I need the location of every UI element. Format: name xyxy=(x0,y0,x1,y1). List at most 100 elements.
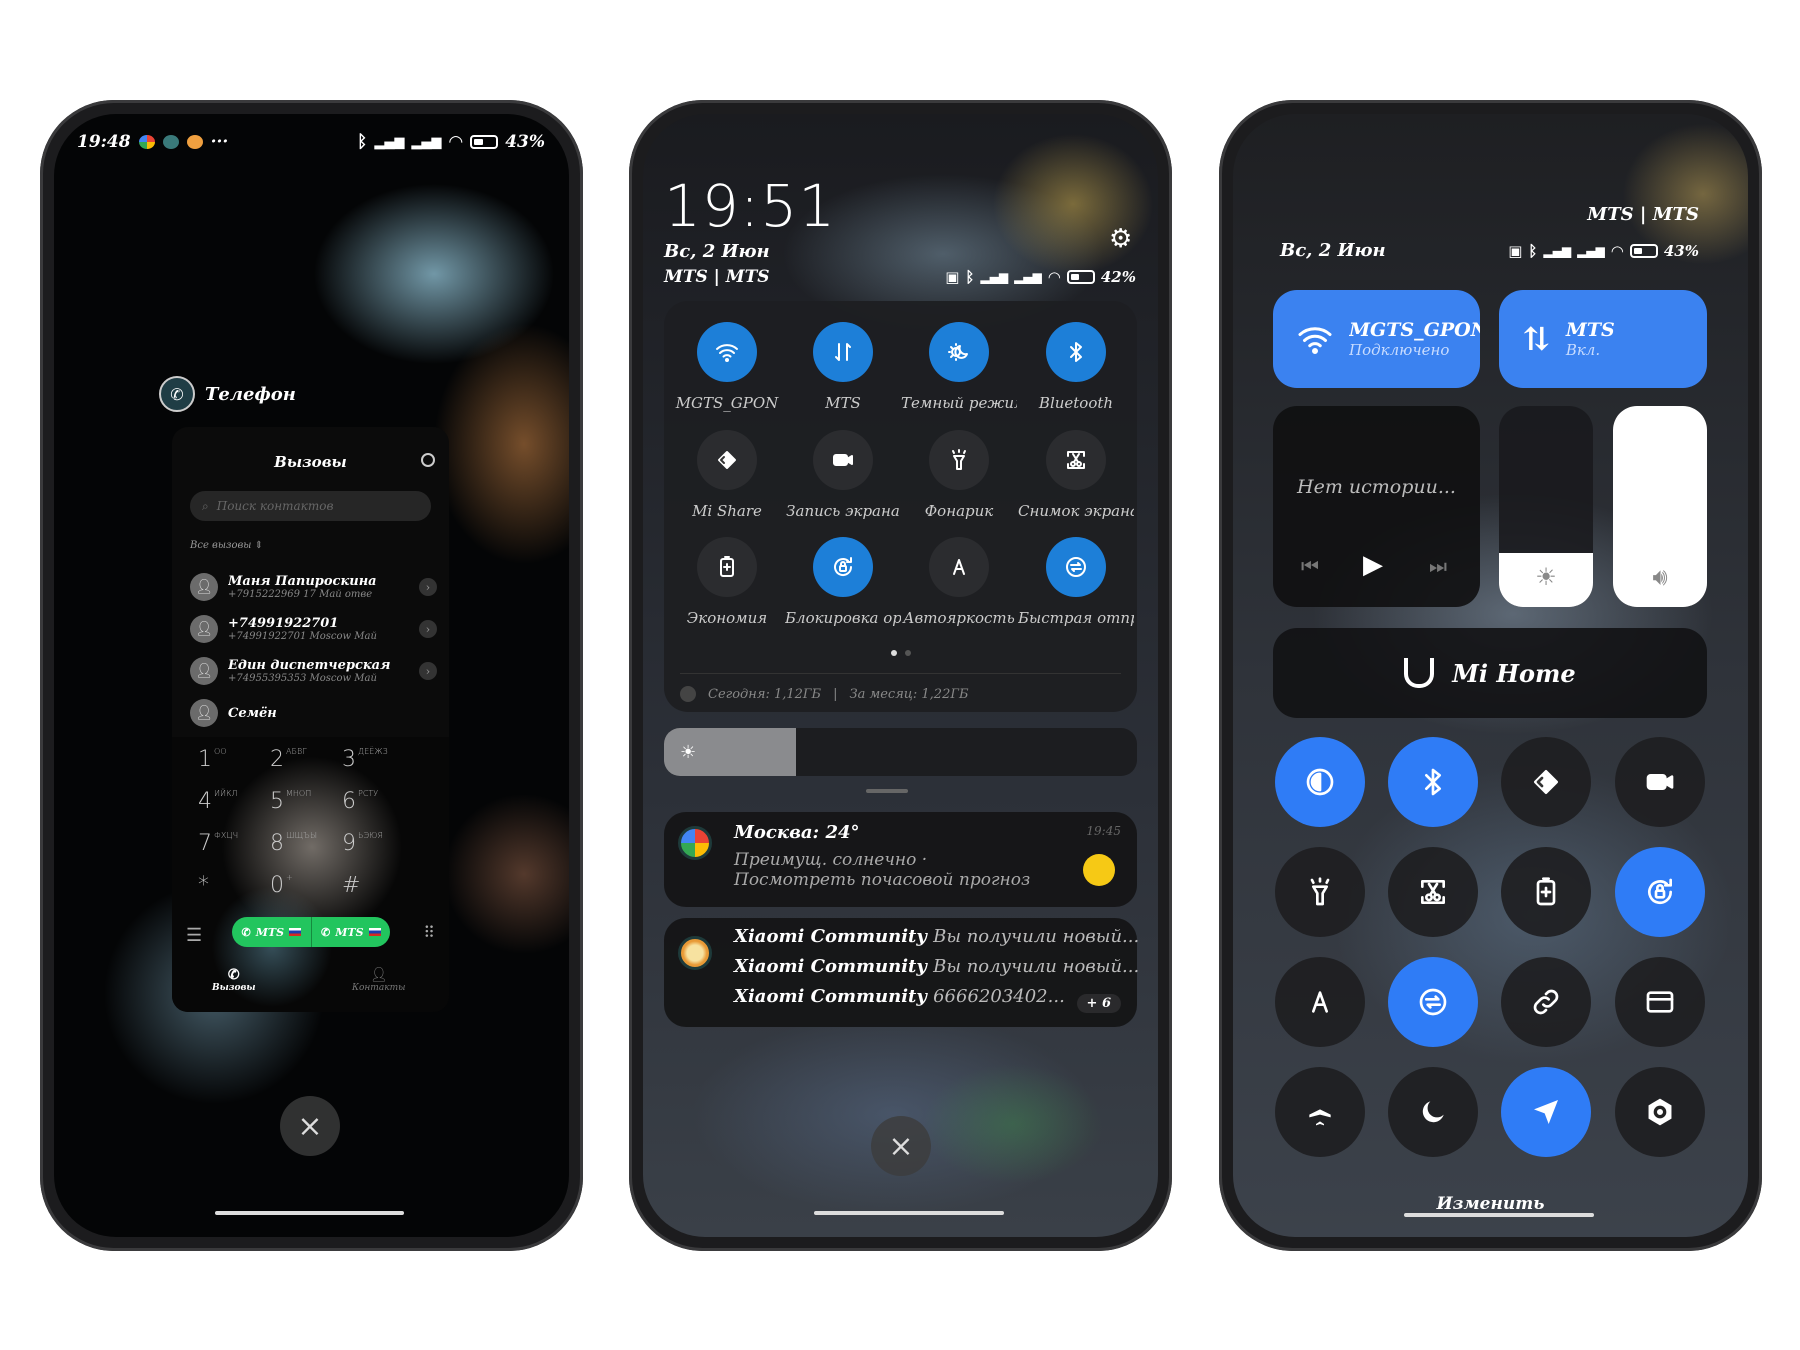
toggle-location[interactable] xyxy=(1501,1067,1591,1157)
signal-icon: ▂▄▆ xyxy=(374,134,405,150)
toggle-bluetooth[interactable] xyxy=(1388,737,1478,827)
brightness-slider[interactable]: ☀ xyxy=(1499,406,1593,607)
qs-tile-rotation-lock[interactable]: Блокировка ориентации xyxy=(785,537,901,627)
dialpad-key-9[interactable]: 9 ЬЭЮЯ xyxy=(342,831,383,856)
toggle-flashlight[interactable] xyxy=(929,430,989,490)
mobile-data-tile[interactable]: ⇅ MTS Вкл. xyxy=(1499,290,1707,388)
toggle-screen-record[interactable] xyxy=(1615,737,1705,827)
toggle-flashlight[interactable] xyxy=(1275,847,1365,937)
toggle-battery-saver[interactable] xyxy=(1501,847,1591,937)
dialpad-key-7[interactable]: 7 ФХЦЧ xyxy=(198,831,238,856)
battery-percent: 43% xyxy=(1663,242,1699,260)
tab-contacts[interactable]: 👤︎ Контакты xyxy=(352,967,405,993)
toggle-vision[interactable] xyxy=(1275,737,1365,827)
dialpad-key-4[interactable]: 4 ИЙКЛ xyxy=(198,789,237,814)
brightness-slider[interactable]: ☀ xyxy=(664,728,1137,776)
toggle-screen-record[interactable] xyxy=(813,430,873,490)
data-usage-icon xyxy=(680,686,696,702)
call-sim1-button[interactable]: ✆ MTS xyxy=(232,917,312,947)
mi-home-button[interactable]: Mi Home xyxy=(1273,628,1707,718)
qs-tile-auto-brightness[interactable]: Автояркость xyxy=(901,537,1017,627)
toggle-mi-share[interactable] xyxy=(697,430,757,490)
toggle-camera-settings[interactable] xyxy=(1615,1067,1705,1157)
signal-icon: ▂▄▆ xyxy=(1014,270,1042,284)
calls-filter[interactable]: Все вызовы ⇕ xyxy=(190,540,263,551)
call-detail-button[interactable]: › xyxy=(419,662,437,680)
toggle-wifi[interactable] xyxy=(697,322,757,382)
call-log-row[interactable]: 👤︎ Маня Папироскина +7915222969 17 Май отв… xyxy=(190,565,437,609)
menu-icon[interactable]: ☰ xyxy=(186,925,202,946)
clock[interactable]: 19:51 xyxy=(664,172,836,240)
call-sim2-button[interactable]: ✆ MTS xyxy=(312,917,391,947)
previous-track-button[interactable]: ⏮ xyxy=(1301,554,1319,578)
tab-calls[interactable]: ✆ Вызовы xyxy=(212,967,256,993)
toggle-airplane[interactable] xyxy=(1275,1067,1365,1157)
qs-tile-dark-mode[interactable]: Темный режим xyxy=(901,322,1017,412)
toggle-bluetooth[interactable] xyxy=(1046,322,1106,382)
home-indicator[interactable] xyxy=(814,1211,1004,1215)
page-indicator[interactable] xyxy=(664,650,1137,656)
app-label[interactable]: ✆ Телефон xyxy=(159,376,296,412)
toggle-quick-send[interactable] xyxy=(1046,537,1106,597)
dialpad-key-6[interactable]: 6 РСТУ xyxy=(342,789,378,814)
weather-notification[interactable]: Москва: 24° 19:45 Преимущ. солнечно · По… xyxy=(664,812,1137,907)
data-usage[interactable]: Сегодня: 1,12ГБ | За месяц: 1,22ГБ xyxy=(680,686,969,702)
qs-tile-screenshot[interactable]: Снимок экрана xyxy=(1018,430,1134,520)
toggle-mi-share[interactable] xyxy=(1501,737,1591,827)
qs-tile-screen-record[interactable]: Запись экрана xyxy=(785,430,901,520)
qs-tile-quick-send[interactable]: Быстрая отправка xyxy=(1018,537,1134,627)
dialpad-key-1[interactable]: 1 OO xyxy=(198,747,227,772)
dialpad-key-*[interactable]: * xyxy=(198,873,209,898)
next-track-button[interactable]: ⏭ xyxy=(1429,554,1447,578)
home-indicator[interactable] xyxy=(1404,1213,1594,1217)
call-info: Маня Папироскина +7915222969 17 Май отве xyxy=(228,574,419,600)
home-indicator[interactable] xyxy=(215,1211,404,1215)
toggle-quick-send[interactable] xyxy=(1388,957,1478,1047)
more-count-badge[interactable]: + 6 xyxy=(1076,994,1121,1013)
toggle-screenshot[interactable] xyxy=(1388,847,1478,937)
drag-handle[interactable] xyxy=(866,789,908,793)
toggle-card[interactable] xyxy=(1615,957,1705,1047)
toggle-moon[interactable] xyxy=(1388,1067,1478,1157)
dialpad-key-#[interactable]: # xyxy=(342,873,360,898)
call-log-row[interactable]: 👤︎ Семён xyxy=(190,691,437,735)
qs-tile-mobile-data[interactable]: MTS xyxy=(785,322,901,412)
qs-tile-flashlight[interactable]: Фонарик xyxy=(901,430,1017,520)
dialpad-key-5[interactable]: 5 МНОП xyxy=(270,789,311,814)
dialpad-key-0[interactable]: 0 + xyxy=(270,873,293,898)
play-button[interactable]: ▶ xyxy=(1363,550,1383,580)
call-info: +74991922701 +74991922701 Moscow Май xyxy=(228,616,419,642)
close-recents-button[interactable]: × xyxy=(280,1096,340,1156)
call-log-row[interactable]: 👤︎ Един диспетчерская +74955395353 Moscow … xyxy=(190,649,437,693)
qs-tile-mi-share[interactable]: Mi Share xyxy=(669,430,785,520)
toggle-auto-brightness[interactable] xyxy=(1275,957,1365,1047)
call-detail-button[interactable]: › xyxy=(419,578,437,596)
qs-tile-battery-saver[interactable]: Экономия xyxy=(669,537,785,627)
call-detail-button[interactable]: › xyxy=(419,620,437,638)
edit-button[interactable]: Изменить xyxy=(1233,1194,1748,1214)
dialpad-key-8[interactable]: 8 ШЩЪЫ xyxy=(270,831,317,856)
toggle-mobile-data[interactable] xyxy=(813,322,873,382)
toggle-rotation-lock[interactable] xyxy=(813,537,873,597)
toggle-dark-mode[interactable] xyxy=(929,322,989,382)
dialpad-toggle-icon[interactable]: ⠿ xyxy=(423,923,435,942)
qs-tile-wifi[interactable]: MGTS_GPON xyxy=(669,322,785,412)
settings-icon[interactable] xyxy=(421,453,435,467)
clear-notifications-button[interactable]: × xyxy=(871,1116,931,1176)
phone-app-card[interactable]: Вызовы ⌕ Поиск контактов Все вызовы ⇕ 👤︎… xyxy=(172,427,449,1012)
toggle-battery-saver[interactable] xyxy=(697,537,757,597)
wifi-tile[interactable]: MGTS_GPON Подключено xyxy=(1273,290,1480,388)
xiaomi-community-notification[interactable]: Xiaomi Community Вы получили новый... Xia… xyxy=(664,918,1139,1027)
dialpad-key-3[interactable]: 3 ДЕЁЖЗ xyxy=(342,747,388,772)
toggle-link[interactable] xyxy=(1501,957,1591,1047)
toggle-screenshot[interactable] xyxy=(1046,430,1106,490)
call-log-row[interactable]: 👤︎ +74991922701 +74991922701 Moscow Май › xyxy=(190,607,437,651)
search-input[interactable]: ⌕ Поиск контактов xyxy=(190,491,431,521)
caller-name: +74991922701 xyxy=(228,616,339,631)
toggle-auto-brightness[interactable] xyxy=(929,537,989,597)
dialpad-key-2[interactable]: 2 АБВГ xyxy=(270,747,307,772)
qs-tile-bluetooth[interactable]: Bluetooth xyxy=(1018,322,1134,412)
volume-slider[interactable]: 🔊︎ xyxy=(1613,406,1707,607)
settings-gear-icon[interactable]: ⚙ xyxy=(1109,224,1132,254)
toggle-rotation-lock[interactable] xyxy=(1615,847,1705,937)
